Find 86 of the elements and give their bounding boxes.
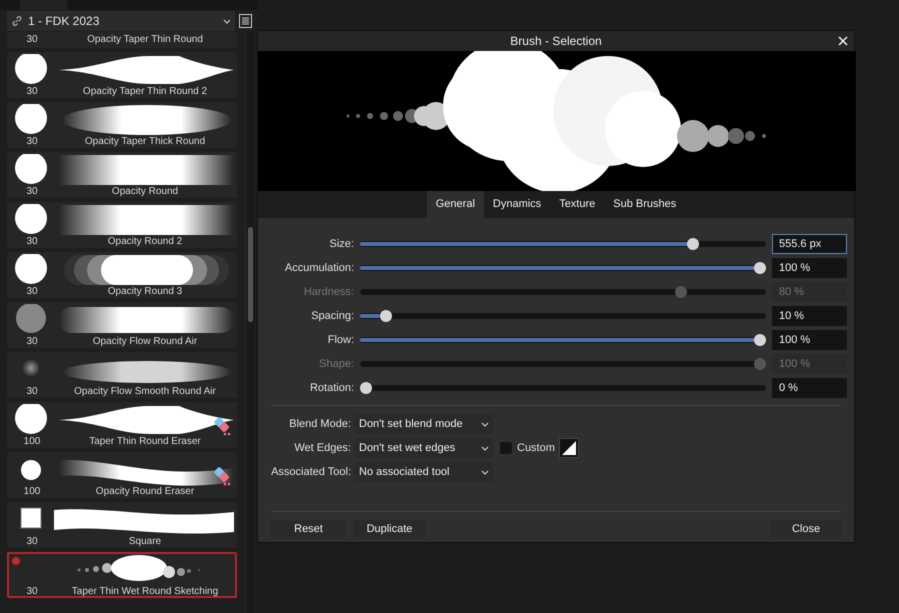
slider-fill xyxy=(360,314,380,318)
slider-label: Size: xyxy=(328,236,355,252)
tab[interactable]: Sub Brushes xyxy=(604,191,686,218)
brush-size: 30 xyxy=(25,386,39,398)
tab[interactable]: Texture xyxy=(550,191,604,218)
brush-size: 100 xyxy=(22,436,42,448)
brush-item[interactable]: 30 Opacity Round 3 xyxy=(7,252,237,298)
brush-item[interactable]: 30 Taper Thin Wet Round Sketching xyxy=(7,552,237,598)
brush-size: 30 xyxy=(25,286,39,298)
brush-size: 30 xyxy=(25,136,39,148)
brush-item[interactable]: 30 Opacity Taper Thick Round xyxy=(7,102,237,148)
brush-size: 30 xyxy=(25,186,39,198)
brush-size: 30 xyxy=(25,586,39,598)
brush-name: Opacity Flow Smooth Round Air xyxy=(73,386,217,398)
close-button[interactable]: Close xyxy=(770,520,842,538)
slider-thumb[interactable] xyxy=(380,310,392,322)
slider-track[interactable] xyxy=(360,289,766,295)
brush-name: Taper Thin Round Eraser xyxy=(88,436,202,448)
slider-track[interactable] xyxy=(360,241,766,247)
chevron-down-icon xyxy=(223,18,231,24)
brush-name: Opacity Round 3 xyxy=(106,286,184,298)
slider-track[interactable] xyxy=(360,361,766,367)
brush-name: Opacity Taper Thick Round xyxy=(84,136,206,148)
checkbox[interactable] xyxy=(500,442,512,454)
brush-item[interactable]: 100 Taper Thin Round Eraser xyxy=(7,402,237,448)
chevron-down-icon xyxy=(481,470,489,474)
scroll-thumb[interactable] xyxy=(248,227,253,322)
slider-label: Flow: xyxy=(326,332,355,348)
close-icon[interactable] xyxy=(838,36,848,46)
brush-name: Opacity Round 2 xyxy=(106,236,184,248)
curve-swatch-icon[interactable] xyxy=(558,438,579,458)
reset-button[interactable]: Reset xyxy=(270,520,347,538)
chevron-down-icon xyxy=(481,422,489,426)
field-label: Wet Edges: xyxy=(293,440,352,456)
brush-size: 100 xyxy=(22,486,42,498)
brush-item[interactable]: 30 Opacity Taper Thin Round xyxy=(7,32,237,48)
brush-item[interactable]: 30 Opacity Round xyxy=(7,152,237,198)
brush-item[interactable]: 100 Opacity Round Eraser xyxy=(7,452,237,498)
link-icon xyxy=(11,15,23,27)
brush-size: 30 xyxy=(25,336,39,348)
brush-size: 30 xyxy=(25,34,39,46)
brush-name: Opacity Taper Thin Round 2 xyxy=(82,86,208,98)
value-field[interactable]: 555.6 px xyxy=(772,234,847,254)
slider-label: Rotation: xyxy=(308,380,355,396)
tab[interactable]: Dynamics xyxy=(484,191,550,218)
brush-size: 30 xyxy=(25,86,39,98)
field-label: Blend Mode: xyxy=(288,416,352,432)
brush-name: Opacity Round xyxy=(110,186,180,198)
slider-label: Hardness: xyxy=(302,284,355,300)
brush-name: Taper Thin Wet Round Sketching xyxy=(70,586,220,598)
chevron-down-icon xyxy=(481,446,489,450)
brush-name: Opacity Round Eraser xyxy=(94,486,196,498)
menu-icon[interactable] xyxy=(239,14,252,28)
dropdown[interactable]: Don't set wet edges xyxy=(355,438,493,458)
brush-item[interactable]: 30 Opacity Taper Thin Round 2 xyxy=(7,52,237,98)
slider-track[interactable] xyxy=(360,385,766,391)
brush-item[interactable]: 30 Opacity Flow Smooth Round Air xyxy=(7,352,237,398)
dropdown[interactable]: No associated tool xyxy=(355,462,493,482)
brush-name: Square xyxy=(128,536,162,548)
slider-thumb[interactable] xyxy=(360,382,372,394)
slider-thumb[interactable] xyxy=(754,262,766,274)
slider-thumb[interactable] xyxy=(754,334,766,346)
slider-track[interactable] xyxy=(360,313,766,319)
value-field[interactable]: 0 % xyxy=(772,378,847,398)
checkbox-label: Custom xyxy=(517,440,555,456)
brush-size: 30 xyxy=(25,236,39,248)
brush-name: Opacity Taper Thin Round xyxy=(86,34,204,46)
value-field[interactable]: 100 % xyxy=(772,258,847,278)
tab[interactable]: General xyxy=(426,191,484,218)
field-label: Associated Tool: xyxy=(270,464,352,480)
brush-item[interactable]: 30 Opacity Flow Round Air xyxy=(7,302,237,348)
scrollbar[interactable] xyxy=(245,32,255,613)
brush-item[interactable]: 30 Opacity Round 2 xyxy=(7,202,237,248)
brush-item[interactable]: 30 Square xyxy=(7,502,237,548)
dialog-title: Brush - Selection xyxy=(510,33,602,50)
value-field[interactable]: 10 % xyxy=(772,306,847,326)
slider-thumb[interactable] xyxy=(687,238,700,250)
slider-label: Spacing: xyxy=(310,308,355,324)
slider-label: Shape: xyxy=(318,356,355,372)
category-dropdown[interactable]: 1 - FDK 2023 xyxy=(7,11,235,31)
dropdown[interactable]: Don't set blend mode xyxy=(355,414,493,434)
brush-size: 30 xyxy=(25,536,39,548)
brush-name: Opacity Flow Round Air xyxy=(92,336,198,348)
slider-label: Accumulation: xyxy=(284,260,355,276)
value-field[interactable]: 100 % xyxy=(772,330,847,350)
duplicate-button[interactable]: Duplicate xyxy=(353,520,426,538)
